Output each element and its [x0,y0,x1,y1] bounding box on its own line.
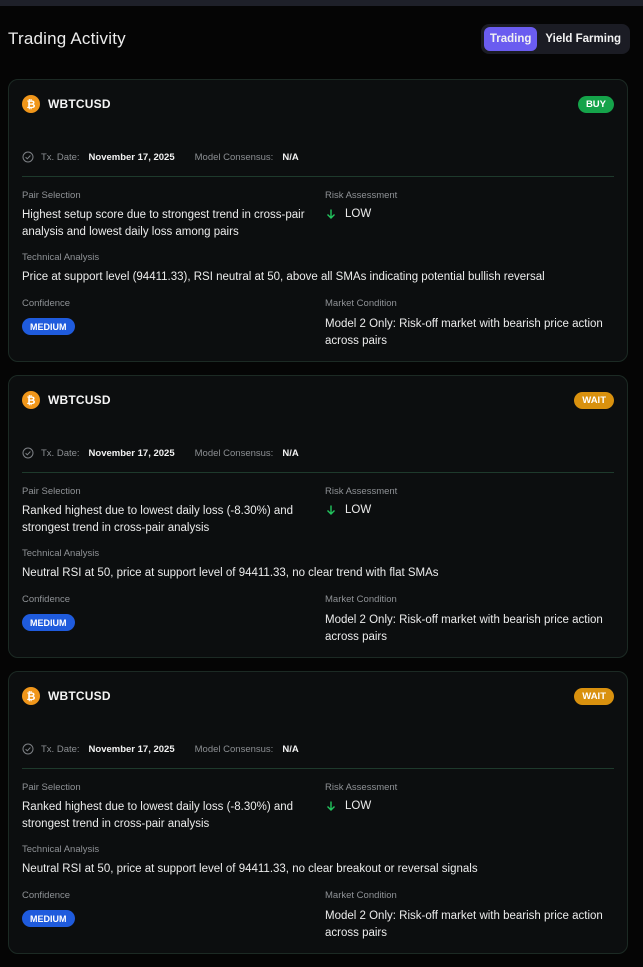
activity-list: ₿ WBTCUSD BUY Tx. Date: November 17, 202… [8,79,628,967]
model-consensus-label: Model Consensus: [194,447,274,459]
card-header: ₿ WBTCUSD BUY [22,94,614,114]
pair-selection-label: Pair Selection [22,486,81,497]
confidence-label: Confidence [22,298,71,309]
tx-date-label: Tx. Date: [41,447,80,459]
market-condition-text: Model 2 Only: Risk-off market with beari… [325,614,603,643]
market-condition-label: Market Condition [325,594,397,605]
pair-name: WBTCUSD [48,689,111,703]
page-header: Trading Activity Trading Yield Farming [8,24,630,54]
technical-analysis-label: Technical Analysis [22,252,100,263]
bitcoin-icon: ₿ [22,95,40,113]
arrow-down-icon [327,209,335,219]
tx-date-value: November 17, 2025 [88,447,175,459]
divider [22,176,614,177]
tx-date-label: Tx. Date: [41,743,80,755]
risk-assessment-value: LOW [325,504,371,516]
risk-level: LOW [345,800,372,812]
risk-assessment-label: Risk Assessment [325,782,398,793]
technical-analysis-label: Technical Analysis [22,548,100,559]
signal-badge: WAIT [574,391,614,409]
technical-analysis-text: Neutral RSI at 50, price at support leve… [22,863,478,875]
confidence-label: Confidence [22,594,71,605]
risk-level: LOW [345,504,372,516]
technical-analysis-text: Neutral RSI at 50, price at support leve… [22,567,439,579]
signal-badge: BUY [577,95,614,113]
card-header: ₿ WBTCUSD WAIT [22,390,614,410]
confidence-badge: MEDIUM [22,318,75,335]
model-consensus-value: N/A [282,743,299,755]
pair-name: WBTCUSD [48,393,111,407]
pair-selection-text: Ranked highest due to lowest daily loss … [22,505,294,534]
activity-card[interactable]: ₿ WBTCUSD WAIT Tx. Date: November 17, 20… [8,375,628,658]
market-condition-label: Market Condition [325,298,397,309]
view-toggle: Trading Yield Farming [480,24,630,54]
risk-assessment-label: Risk Assessment [325,190,398,201]
pair-name: WBTCUSD [48,97,111,111]
card-header: ₿ WBTCUSD WAIT [22,686,614,706]
check-circle-icon [22,151,34,163]
pair-selection-text: Highest setup score due to strongest tre… [22,209,305,238]
confidence-badge: MEDIUM [22,910,75,927]
page-title: Trading Activity [8,29,126,48]
meta-row: Tx. Date: November 17, 2025 Model Consen… [22,742,319,756]
model-consensus-label: Model Consensus: [194,743,274,755]
technical-analysis-label: Technical Analysis [22,844,100,855]
meta-row: Tx. Date: November 17, 2025 Model Consen… [22,446,319,460]
tx-date-value: November 17, 2025 [88,743,175,755]
model-consensus-label: Model Consensus: [194,151,274,163]
divider [22,472,614,473]
risk-assessment-label: Risk Assessment [325,486,398,497]
top-bar [0,0,643,6]
divider [22,768,614,769]
tx-date-value: November 17, 2025 [88,151,175,163]
arrow-down-icon [327,505,335,515]
pair-selection-label: Pair Selection [22,190,81,201]
bitcoin-icon: ₿ [22,391,40,409]
check-circle-icon [22,743,34,755]
pair-selection-text: Ranked highest due to lowest daily loss … [22,801,294,830]
technical-analysis-text: Price at support level (94411.33), RSI n… [22,271,545,283]
market-condition-text: Model 2 Only: Risk-off market with beari… [325,910,603,939]
signal-badge: WAIT [574,687,614,705]
arrow-down-icon [327,801,335,811]
activity-card[interactable]: ₿ WBTCUSD WAIT Tx. Date: November 17, 20… [8,671,628,954]
confidence-badge: MEDIUM [22,614,75,631]
pair-selection-label: Pair Selection [22,782,81,793]
tab-trading[interactable]: Trading [483,27,538,51]
market-condition-label: Market Condition [325,890,397,901]
check-circle-icon [22,447,34,459]
activity-card[interactable]: ₿ WBTCUSD BUY Tx. Date: November 17, 202… [8,79,628,362]
tab-yield-farming[interactable]: Yield Farming [539,27,627,51]
market-condition-text: Model 2 Only: Risk-off market with beari… [325,318,603,347]
model-consensus-value: N/A [282,151,299,163]
tx-date-label: Tx. Date: [41,151,80,163]
model-consensus-value: N/A [282,447,299,459]
risk-assessment-value: LOW [325,208,371,220]
risk-assessment-value: LOW [325,800,371,812]
meta-row: Tx. Date: November 17, 2025 Model Consen… [22,150,319,164]
risk-level: LOW [345,208,372,220]
confidence-label: Confidence [22,890,71,901]
bitcoin-icon: ₿ [22,687,40,705]
